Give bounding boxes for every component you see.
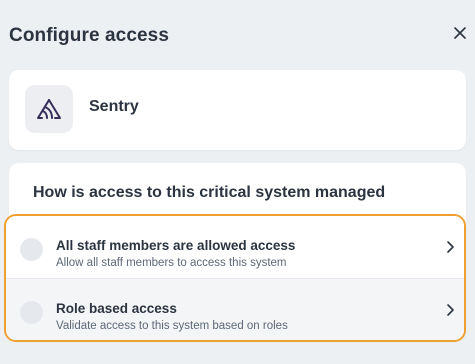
- radio-button[interactable]: [20, 301, 43, 324]
- question-text: How is access to this critical system ma…: [33, 184, 386, 201]
- sentry-logo-icon: [37, 99, 61, 119]
- chevron-right-icon: [447, 304, 454, 316]
- close-icon: [454, 27, 466, 39]
- option-title: Role based access: [56, 301, 177, 316]
- dialog-title: Configure access: [9, 25, 169, 46]
- option-title: All staff members are allowed access: [56, 238, 296, 253]
- system-name: Sentry: [89, 98, 139, 115]
- option-description: Validate access to this system based on …: [56, 320, 288, 332]
- configure-access-dialog: Configure access Sentry How is access to…: [0, 0, 475, 364]
- chevron-right-icon: [447, 241, 454, 253]
- system-logo: [25, 85, 73, 133]
- system-card: Sentry: [9, 70, 466, 150]
- option-all-staff[interactable]: All staff members are allowed access All…: [6, 216, 464, 278]
- option-role-based[interactable]: Role based access Validate access to thi…: [6, 279, 464, 340]
- close-button[interactable]: [449, 22, 471, 44]
- access-options-group: All staff members are allowed access All…: [4, 214, 466, 342]
- radio-button[interactable]: [20, 238, 43, 261]
- option-description: Allow all staff members to access this s…: [56, 257, 287, 269]
